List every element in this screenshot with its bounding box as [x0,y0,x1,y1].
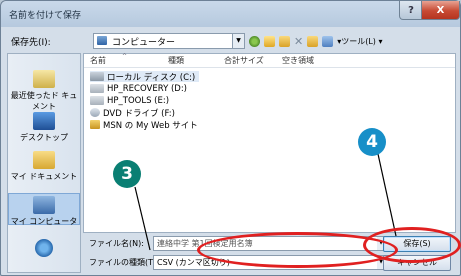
leader-line-3 [134,186,151,251]
leader-line-4 [377,153,397,237]
callout-leader-lines [134,153,397,251]
callout-badge-4: 4 [358,128,386,156]
callout-badge-3: 3 [113,160,141,188]
